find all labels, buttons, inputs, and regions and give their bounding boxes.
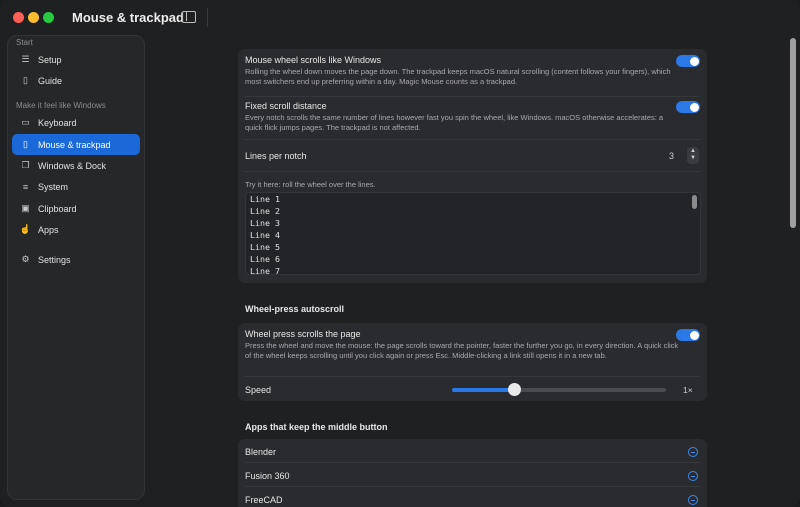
minimize-window-button[interactable] xyxy=(28,12,39,23)
sidebar-item-label: Windows & Dock xyxy=(38,160,107,171)
sidebar-item-label: Setup xyxy=(38,54,62,65)
sidebar-item-label: System xyxy=(38,181,69,192)
sidebar-item-guide[interactable]: ▯ Guide xyxy=(12,70,140,91)
sidebar-section-start: Start xyxy=(16,38,33,47)
sidebar-item-apps[interactable]: ☝ Apps xyxy=(12,219,140,240)
sidebar-item-label: Guide xyxy=(38,75,63,86)
autoscroll-section-title: Wheel-press autoscroll xyxy=(245,304,345,314)
book-icon: ▯ xyxy=(23,75,28,85)
sidebar-item-setup[interactable]: ☰ Setup xyxy=(12,49,140,70)
test-line: Line 4 xyxy=(250,230,280,240)
app-row-blender: Blender xyxy=(245,447,277,457)
zoom-window-button[interactable] xyxy=(43,12,54,23)
middle-button-apps-card: Blender Fusion 360 FreeCAD xyxy=(238,439,707,507)
speed-slider-thumb[interactable] xyxy=(508,383,522,396)
sidebar-item-settings[interactable]: ⚙ Settings xyxy=(12,249,140,270)
gear-icon: ⚙ xyxy=(21,254,30,264)
divider xyxy=(245,139,700,140)
hand-icon: ☝ xyxy=(19,224,32,234)
fixed-distance-desc: Every notch scrolls the same number of l… xyxy=(245,113,664,132)
test-line: Line 6 xyxy=(250,254,280,264)
test-line: Line 7 xyxy=(250,266,280,275)
mouse-icon: ▯ xyxy=(23,139,28,149)
sidebar-section-windows: Make it feel like Windows xyxy=(16,101,106,110)
app-row-fusion: Fusion 360 xyxy=(245,471,290,481)
test-line: Line 2 xyxy=(250,206,280,216)
scroll-settings-card: Mouse wheel scrolls like Windows Rolling… xyxy=(238,49,707,283)
speed-value: 1× xyxy=(683,385,693,395)
remove-app-icon[interactable] xyxy=(688,447,698,457)
sidebar-item-label: Clipboard xyxy=(38,203,77,214)
clipboard-icon: ▣ xyxy=(21,203,30,213)
test-line: Line 1 xyxy=(250,194,280,204)
wheel-press-toggle[interactable] xyxy=(676,329,700,341)
speed-slider[interactable] xyxy=(452,383,666,396)
windows-icon: ❐ xyxy=(21,160,30,170)
divider xyxy=(245,171,700,172)
test-line: Line 5 xyxy=(250,242,280,252)
divider xyxy=(245,376,700,377)
remove-app-icon[interactable] xyxy=(688,471,698,481)
wheel-windows-desc: Rolling the wheel down moves the page do… xyxy=(245,67,671,86)
lines-per-notch-value: 3 xyxy=(669,151,675,161)
wheel-press-desc: Press the wheel and move the mouse: the … xyxy=(245,341,679,360)
speed-label: Speed xyxy=(245,385,272,395)
sidebar-item-keyboard[interactable]: ▭ Keyboard xyxy=(12,112,140,133)
autoscroll-card: Wheel press scrolls the page Press the w… xyxy=(238,323,707,401)
window-title: Mouse & trackpad xyxy=(72,10,184,25)
scroll-test-area[interactable]: Line 1 Line 2 Line 3 Line 4 Line 5 Line … xyxy=(245,192,701,275)
middle-button-section-title: Apps that keep the middle button xyxy=(245,422,388,432)
sidebar-item-label: Apps xyxy=(38,224,59,235)
window-scrollbar[interactable] xyxy=(790,38,796,228)
divider xyxy=(245,486,700,487)
test-lines: Line 1 Line 2 Line 3 Line 4 Line 5 Line … xyxy=(250,193,280,275)
try-it-hint: Try it here: roll the wheel over the lin… xyxy=(245,180,376,189)
sidebar-item-windows-dock[interactable]: ❐ Windows & Dock xyxy=(12,155,140,176)
fixed-distance-toggle[interactable] xyxy=(676,101,700,113)
sidebar-toggle-icon[interactable] xyxy=(182,11,196,23)
divider xyxy=(245,96,700,97)
app-row-freecad: FreeCAD xyxy=(245,495,283,505)
sidebar-item-label: Keyboard xyxy=(38,117,77,128)
sliders-icon: ≡ xyxy=(22,181,29,192)
sidebar-item-clipboard[interactable]: ▣ Clipboard xyxy=(12,198,140,219)
lines-per-notch-stepper[interactable]: ▲ ▼ xyxy=(687,147,699,164)
remove-app-icon[interactable] xyxy=(688,495,698,505)
main-content: Mouse wheel scrolls like Windows Rolling… xyxy=(145,35,790,507)
wheel-windows-toggle[interactable] xyxy=(676,55,700,67)
sidebar: Start ☰ Setup ▯ Guide Make it feel like … xyxy=(7,35,145,500)
test-area-scrollbar[interactable] xyxy=(692,195,697,209)
test-line: Line 3 xyxy=(250,218,280,228)
speed-slider-fill xyxy=(452,388,515,392)
wheel-windows-title: Mouse wheel scrolls like Windows xyxy=(245,55,382,65)
lines-per-notch-label: Lines per notch xyxy=(245,151,307,161)
wheel-press-title: Wheel press scrolls the page xyxy=(245,329,361,339)
sidebar-item-mouse-trackpad[interactable]: ▯ Mouse & trackpad xyxy=(12,134,140,155)
app-window: Mouse & trackpad Start ☰ Setup ▯ Guide M… xyxy=(0,0,800,507)
title-bar: Mouse & trackpad xyxy=(0,0,800,34)
sidebar-item-label: Mouse & trackpad xyxy=(38,139,111,150)
sidebar-item-label: Settings xyxy=(38,254,71,265)
checklist-icon: ☰ xyxy=(21,54,30,64)
title-divider xyxy=(207,8,208,27)
sidebar-item-system[interactable]: ≡ System xyxy=(12,176,140,197)
divider xyxy=(245,462,700,463)
keyboard-icon: ▭ xyxy=(21,117,30,127)
close-window-button[interactable] xyxy=(13,12,24,23)
fixed-distance-title: Fixed scroll distance xyxy=(245,101,327,111)
